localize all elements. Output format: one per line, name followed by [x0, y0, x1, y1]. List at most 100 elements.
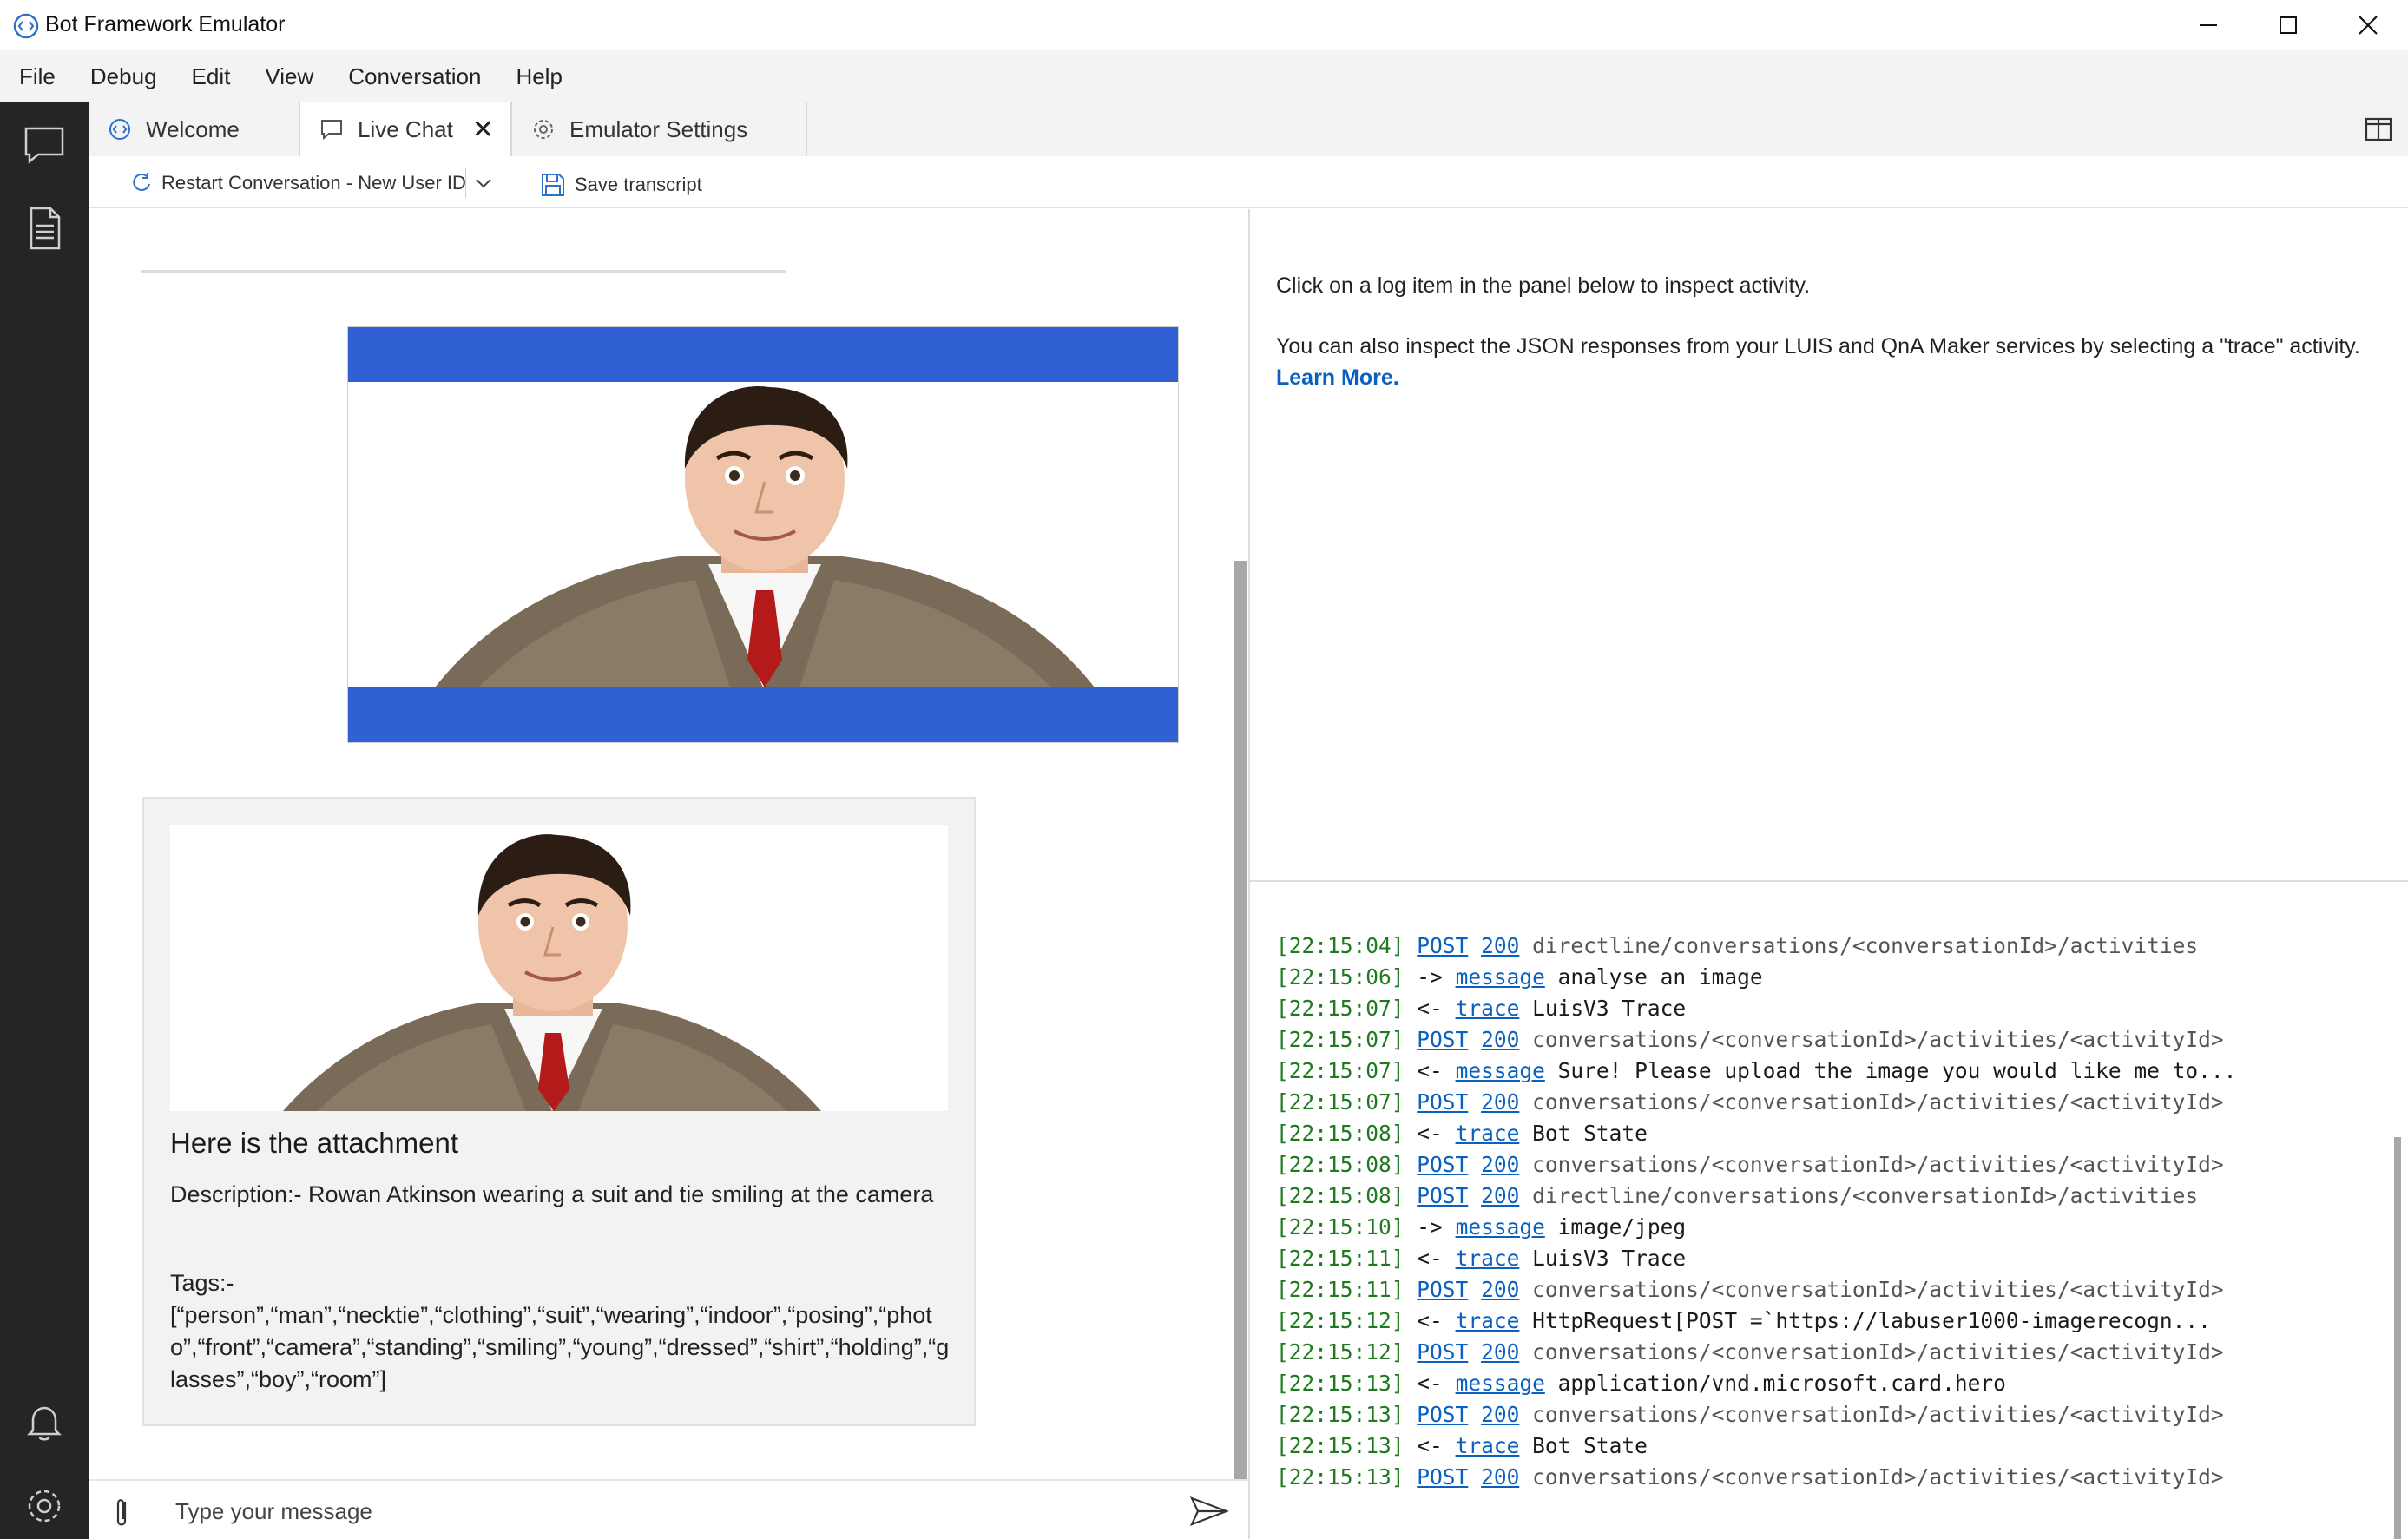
log-status-link[interactable]: 200 — [1481, 1402, 1519, 1427]
menu-file[interactable]: File — [0, 50, 73, 102]
log-activity-link[interactable]: message — [1456, 1371, 1545, 1396]
tab-welcome[interactable]: Welcome — [89, 102, 300, 156]
menu-conversation[interactable]: Conversation — [331, 50, 498, 102]
log-method-link[interactable]: POST — [1417, 1183, 1468, 1208]
restart-conversation-button[interactable]: Restart Conversation - New User ID — [130, 168, 466, 198]
log-entry[interactable]: [22:15:08] <- trace Bot State — [1276, 1118, 2236, 1149]
log-activity-link[interactable]: trace — [1456, 996, 1520, 1021]
log-status-link[interactable]: 200 — [1481, 1183, 1519, 1208]
log-entry[interactable]: [22:15:12] <- trace HttpRequest[POST =`h… — [1276, 1306, 2236, 1337]
log-activity-link[interactable]: message — [1456, 1058, 1545, 1083]
log-entry[interactable]: [22:15:04] POST 200 directline/conversat… — [1276, 931, 2236, 962]
log-status-link[interactable]: 200 — [1481, 1339, 1519, 1365]
log-entry[interactable]: [22:15:07] POST 200 conversations/<conve… — [1276, 1087, 2236, 1118]
log-entry[interactable]: [22:15:11] <- trace LuisV3 Trace — [1276, 1243, 2236, 1274]
message-input[interactable]: Type your message — [175, 1498, 372, 1525]
document-rail-icon[interactable] — [21, 205, 68, 252]
log-method-link[interactable]: POST — [1417, 1152, 1468, 1177]
send-icon[interactable] — [1189, 1495, 1229, 1528]
log-entry[interactable]: [22:15:13] POST 200 conversations/<conve… — [1276, 1462, 2236, 1493]
log-entry[interactable]: [22:15:07] <- trace LuisV3 Trace — [1276, 993, 2236, 1024]
log-status-link[interactable]: 200 — [1481, 933, 1519, 958]
log-entry[interactable]: [22:15:07] <- message Sure! Please uploa… — [1276, 1056, 2236, 1087]
menu-edit[interactable]: Edit — [174, 50, 248, 102]
log-activity-link[interactable]: trace — [1456, 1308, 1520, 1333]
minimize-button[interactable] — [2168, 0, 2248, 50]
log-activity-link[interactable]: trace — [1456, 1246, 1520, 1271]
log-entry[interactable]: [22:15:11] POST 200 conversations/<conve… — [1276, 1274, 2236, 1306]
log-direction: <- — [1417, 1246, 1443, 1271]
log-panel[interactable]: [22:15:04] POST 200 directline/conversat… — [1250, 882, 2408, 1539]
log-timestamp: [22:15:10] — [1276, 1214, 1405, 1240]
tab-strip: Welcome Live Chat ✕ Emulator Settings — [89, 102, 2408, 156]
log-entry[interactable]: [22:15:06] -> message analyse an image — [1276, 962, 2236, 993]
menu-bar: File Debug Edit View Conversation Help — [0, 50, 2408, 102]
learn-more-link[interactable]: Learn More. — [1276, 365, 1399, 391]
log-direction: <- — [1417, 1433, 1443, 1458]
minimize-icon — [2200, 24, 2217, 26]
log-entry[interactable]: [22:15:08] POST 200 directline/conversat… — [1276, 1181, 2236, 1212]
log-scroll-thumb[interactable] — [2394, 1137, 2401, 1539]
user-image-attachment[interactable] — [347, 326, 1179, 743]
save-transcript-button[interactable]: Save transcript — [540, 170, 702, 200]
log-timestamp: [22:15:08] — [1276, 1121, 1405, 1146]
chat-transcript[interactable]: Here is the attachment Description:- Row… — [89, 209, 1248, 1479]
log-method-link[interactable]: POST — [1417, 1089, 1468, 1115]
log-timestamp: [22:15:06] — [1276, 964, 1405, 990]
log-entry[interactable]: [22:15:07] POST 200 conversations/<conve… — [1276, 1024, 2236, 1056]
log-timestamp: [22:15:08] — [1276, 1152, 1405, 1177]
menu-help[interactable]: Help — [498, 50, 579, 102]
log-activity-link[interactable]: message — [1456, 1214, 1545, 1240]
maximize-button[interactable] — [2248, 0, 2328, 50]
log-status-link[interactable]: 200 — [1481, 1152, 1519, 1177]
log-method-link[interactable]: POST — [1417, 1277, 1468, 1302]
settings-gear-icon[interactable] — [21, 1483, 68, 1529]
chat-rail-icon[interactable] — [21, 122, 68, 168]
log-summary: LuisV3 Trace — [1532, 1246, 1687, 1271]
activity-rail — [0, 102, 89, 1539]
log-method-link[interactable]: POST — [1417, 1027, 1468, 1052]
log-status-link[interactable]: 200 — [1481, 1464, 1519, 1490]
log-entry[interactable]: [22:15:08] POST 200 conversations/<conve… — [1276, 1149, 2236, 1181]
log-activity-link[interactable]: trace — [1456, 1121, 1520, 1146]
log-status-link[interactable]: 200 — [1481, 1027, 1519, 1052]
log-activity-link[interactable]: trace — [1456, 1433, 1520, 1458]
log-direction: <- — [1417, 996, 1443, 1021]
log-direction: <- — [1417, 1371, 1443, 1396]
log-method-link[interactable]: POST — [1417, 1339, 1468, 1365]
log-direction: <- — [1417, 1308, 1443, 1333]
log-timestamp: [22:15:12] — [1276, 1339, 1405, 1365]
log-method-link[interactable]: POST — [1417, 1402, 1468, 1427]
close-window-button[interactable] — [2328, 0, 2408, 50]
log-entry[interactable]: [22:15:12] POST 200 conversations/<conve… — [1276, 1337, 2236, 1368]
log-route: conversations/<conversationId>/activitie… — [1532, 1027, 2224, 1052]
tab-label: Emulator Settings — [569, 115, 748, 142]
log-timestamp: [22:15:07] — [1276, 996, 1405, 1021]
hero-card-title: Here is the attachment — [170, 1127, 458, 1159]
split-editor-icon[interactable] — [2365, 116, 2392, 142]
restart-options-dropdown[interactable] — [465, 168, 501, 198]
gear-icon — [534, 120, 553, 139]
log-entry[interactable]: [22:15:13] <- message application/vnd.mi… — [1276, 1368, 2236, 1399]
chat-scrollbar[interactable] — [1233, 209, 1248, 1479]
log-entry[interactable]: [22:15:13] <- trace Bot State — [1276, 1430, 2236, 1462]
tags-value: [“person”,“man”,“necktie”,“clothing”,“su… — [170, 1302, 950, 1392]
hero-card-description: Description:- Rowan Atkinson wearing a s… — [170, 1181, 934, 1207]
log-entry[interactable]: [22:15:13] POST 200 conversations/<conve… — [1276, 1399, 2236, 1430]
log-status-link[interactable]: 200 — [1481, 1089, 1519, 1115]
log-entry[interactable]: [22:15:10] -> message image/jpeg — [1276, 1212, 2236, 1243]
menu-view[interactable]: View — [247, 50, 331, 102]
bell-icon[interactable] — [21, 1399, 68, 1446]
menu-debug[interactable]: Debug — [73, 50, 174, 102]
close-tab-icon[interactable]: ✕ — [472, 115, 494, 145]
log-status-link[interactable]: 200 — [1481, 1277, 1519, 1302]
log-timestamp: [22:15:07] — [1276, 1058, 1405, 1083]
log-method-link[interactable]: POST — [1417, 933, 1468, 958]
maximize-icon — [2280, 16, 2297, 34]
log-method-link[interactable]: POST — [1417, 1464, 1468, 1490]
tab-live-chat[interactable]: Live Chat ✕ — [300, 102, 512, 156]
attachment-clip-icon[interactable] — [106, 1495, 137, 1531]
chat-scroll-thumb[interactable] — [1234, 561, 1247, 1479]
tab-emulator-settings[interactable]: Emulator Settings — [512, 102, 807, 156]
log-activity-link[interactable]: message — [1456, 964, 1545, 990]
